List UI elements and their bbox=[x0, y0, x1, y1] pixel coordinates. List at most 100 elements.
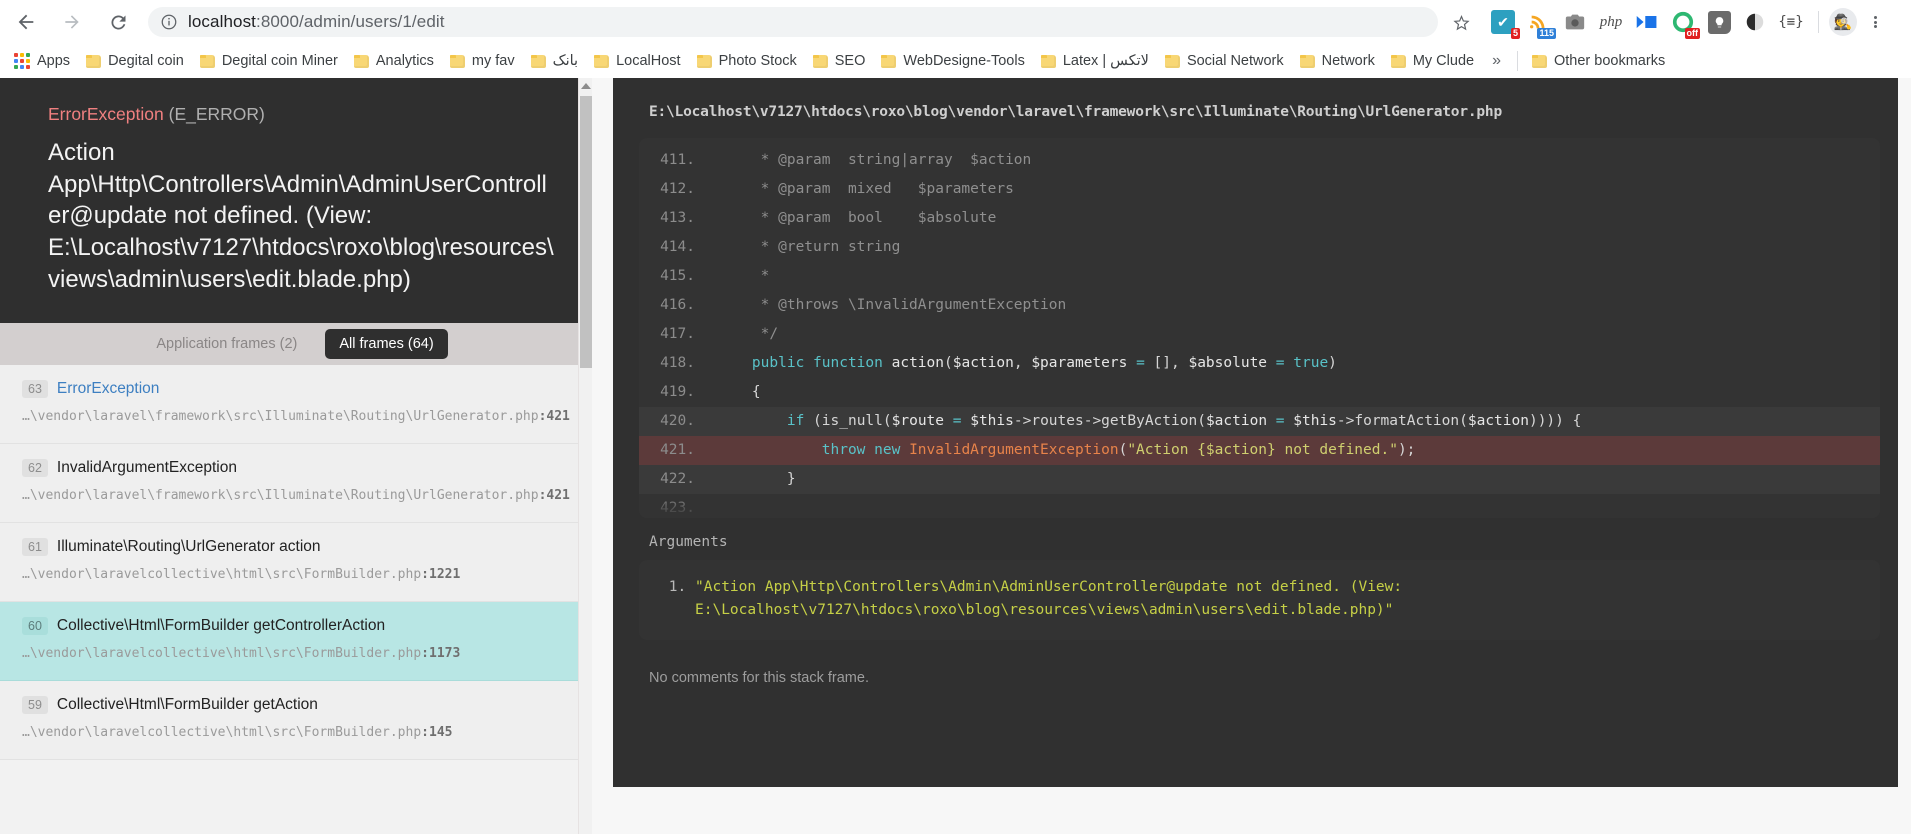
arguments-label: Arguments bbox=[649, 534, 728, 550]
folder-icon bbox=[353, 54, 369, 68]
code-line-number: 418. bbox=[660, 355, 695, 371]
bookmark-item[interactable]: Degital coin Miner bbox=[192, 48, 346, 74]
no-comments-text: No comments for this stack frame. bbox=[649, 670, 869, 687]
three-dot-menu-icon[interactable] bbox=[1859, 5, 1891, 39]
checkmark-extension-icon[interactable]: ✔ 5 bbox=[1486, 5, 1520, 39]
address-bar[interactable]: localhost:8000/admin/users/1/edit bbox=[148, 7, 1438, 37]
exception-type-line: ErrorException (E_ERROR) bbox=[48, 104, 560, 125]
code-line-text: public function action($action, $paramet… bbox=[717, 355, 1337, 371]
bookmark-item[interactable]: Analytics bbox=[346, 48, 442, 74]
bookmark-apps-label: Apps bbox=[37, 53, 71, 69]
stack-frame-title: 59 Collective\Html\FormBuilder getAction bbox=[22, 695, 570, 714]
folder-icon bbox=[1040, 54, 1056, 68]
code-line-text: * @return string bbox=[717, 239, 901, 255]
code-line-number: 414. bbox=[660, 239, 695, 255]
stack-frame-62[interactable]: 62 InvalidArgumentException …\vendor\lar… bbox=[0, 444, 592, 524]
scroll-up-arrow-icon[interactable] bbox=[580, 83, 591, 89]
bookmark-item[interactable]: my fav bbox=[442, 48, 523, 74]
stack-frame-title: 60 Collective\Html\FormBuilder getContro… bbox=[22, 616, 570, 635]
bookmark-star-icon[interactable] bbox=[1446, 7, 1476, 37]
bookmark-item[interactable]: Network bbox=[1292, 48, 1383, 74]
code-line-number: 417. bbox=[660, 326, 695, 342]
stack-frame-title: 62 InvalidArgumentException bbox=[22, 459, 570, 478]
stack-frame-number: 60 bbox=[22, 616, 48, 635]
bookmark-item[interactable]: بانک bbox=[523, 48, 586, 74]
avatar-glyph: 🕵 bbox=[1833, 14, 1853, 31]
code-line-number: 419. bbox=[660, 384, 695, 400]
code-line: 416. * @throws \InvalidArgumentException bbox=[639, 291, 1880, 320]
stack-frame-60[interactable]: 60 Collective\Html\FormBuilder getContro… bbox=[0, 601, 592, 681]
stack-frame-name: Collective\Html\FormBuilder getControlle… bbox=[56, 616, 386, 634]
code-line-number: 413. bbox=[660, 210, 695, 226]
extensions-area: ✔ 5 115 php off {≡} 🕵 bbox=[1476, 5, 1911, 39]
argument-value: "Action App\Http\Controllers\Admin\Admin… bbox=[695, 579, 1403, 619]
bookmark-item[interactable]: Photo Stock bbox=[689, 48, 805, 74]
all-frames-tab[interactable]: All frames (64) bbox=[325, 329, 448, 360]
bookmark-apps[interactable]: Apps bbox=[6, 48, 78, 74]
bookmark-label: Latex | لاتکس bbox=[1062, 53, 1149, 69]
code-line-number: 411. bbox=[660, 152, 695, 168]
checkmark-extension-badge: 5 bbox=[1510, 28, 1520, 39]
code-line-text: * @param mixed $parameters bbox=[717, 181, 1014, 197]
argument-item: "Action App\Http\Controllers\Admin\Admin… bbox=[695, 576, 1860, 622]
code-line-error: 421. throw new InvalidArgumentException(… bbox=[639, 436, 1880, 465]
exception-message: Action App\Http\Controllers\Admin\AdminU… bbox=[48, 139, 554, 293]
stack-frame-file: …\vendor\laravelcollective\html\src\Form… bbox=[22, 567, 422, 583]
bookmark-label: Degital coin bbox=[108, 53, 184, 69]
stack-frame-61[interactable]: 61 Illuminate\Routing\UrlGenerator actio… bbox=[0, 523, 592, 602]
stack-frame-path: …\vendor\laravel\framework\src\Illuminat… bbox=[22, 408, 570, 427]
camera-extension-icon[interactable] bbox=[1558, 5, 1592, 39]
php-extension-icon[interactable]: php bbox=[1594, 5, 1628, 39]
adblock-extension-icon[interactable]: off bbox=[1666, 5, 1700, 39]
stack-frame-line: :421 bbox=[538, 488, 570, 504]
json-viewer-extension-icon[interactable]: {≡} bbox=[1774, 5, 1808, 39]
media-player-extension-icon[interactable] bbox=[1630, 5, 1664, 39]
bookmark-label: Analytics bbox=[375, 53, 434, 69]
code-line: 415. * bbox=[639, 262, 1880, 291]
code-block[interactable]: 411. * @param string|array $action 412. … bbox=[639, 138, 1880, 518]
bookmark-label: my fav bbox=[471, 53, 515, 69]
bookmark-item[interactable]: SEO bbox=[805, 48, 874, 74]
lightbulb-extension-icon[interactable] bbox=[1702, 5, 1736, 39]
php-extension-label: php bbox=[1599, 13, 1623, 30]
forward-arrow-icon[interactable] bbox=[52, 2, 92, 42]
bookmark-item[interactable]: Degital coin bbox=[78, 48, 192, 74]
other-bookmarks-label: Other bookmarks bbox=[1553, 53, 1666, 69]
back-arrow-icon[interactable] bbox=[6, 2, 46, 42]
bookmark-item[interactable]: WebDesigne-Tools bbox=[873, 48, 1032, 74]
stack-frame-file: …\vendor\laravel\framework\src\Illuminat… bbox=[22, 409, 539, 425]
code-fade-overlay bbox=[639, 494, 1880, 518]
code-line-highlighted: 420. if (is_null($route = $this->routes-… bbox=[639, 407, 1880, 436]
bookmark-item[interactable]: LocalHost bbox=[586, 48, 688, 74]
code-line: 411. * @param string|array $action bbox=[639, 146, 1880, 175]
dark-reader-extension-icon[interactable] bbox=[1738, 5, 1772, 39]
folder-icon bbox=[812, 54, 828, 68]
stack-frame-59[interactable]: 59 Collective\Html\FormBuilder getAction… bbox=[0, 680, 592, 760]
page-info-icon[interactable] bbox=[160, 13, 178, 31]
bookmark-item[interactable]: My Clude bbox=[1383, 48, 1482, 74]
code-line: 412. * @param mixed $parameters bbox=[639, 175, 1880, 204]
code-line-text: * @param bool $absolute bbox=[717, 210, 997, 226]
sidebar-scrollbar[interactable] bbox=[578, 78, 592, 834]
reload-icon[interactable] bbox=[98, 2, 138, 42]
rss-feed-extension-icon[interactable]: 115 bbox=[1522, 5, 1556, 39]
folder-icon bbox=[449, 54, 465, 68]
bookmarks-bar: Apps Degital coin Degital coin Miner Ana… bbox=[0, 44, 1911, 78]
code-line-number: 420. bbox=[660, 413, 695, 429]
bookmark-other-bookmarks[interactable]: Other bookmarks bbox=[1524, 48, 1673, 74]
code-line: 413. * @param bool $absolute bbox=[639, 204, 1880, 233]
code-line-number: 412. bbox=[660, 181, 695, 197]
stack-frame-line: :421 bbox=[538, 409, 570, 425]
avatar[interactable]: 🕵 bbox=[1829, 8, 1857, 36]
bookmark-label: Photo Stock bbox=[718, 53, 797, 69]
scrollbar-thumb[interactable] bbox=[580, 96, 592, 368]
stack-frame-title: 61 Illuminate\Routing\UrlGenerator actio… bbox=[22, 538, 570, 557]
bookmarks-overflow-icon[interactable]: » bbox=[1482, 52, 1511, 70]
folder-icon bbox=[199, 54, 215, 68]
bookmark-item[interactable]: Latex | لاتکس bbox=[1033, 48, 1157, 74]
code-line-text: } bbox=[717, 471, 796, 487]
bookmark-item[interactable]: Social Network bbox=[1157, 48, 1292, 74]
exception-code: (E_ERROR) bbox=[168, 104, 265, 124]
stack-frame-63[interactable]: 63 ErrorException …\vendor\laravel\frame… bbox=[0, 365, 592, 445]
application-frames-tab[interactable]: Application frames (2) bbox=[144, 330, 309, 358]
